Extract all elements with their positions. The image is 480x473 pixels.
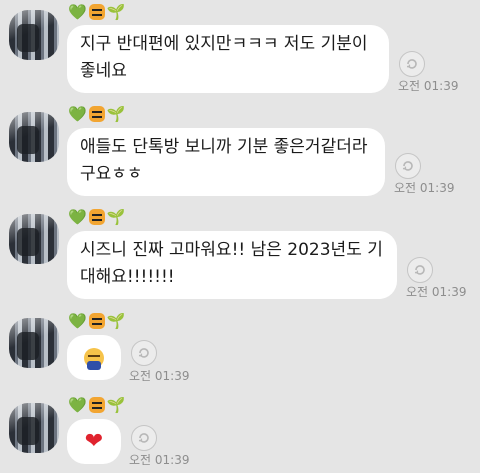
- timestamp: 오전 01:39: [406, 285, 467, 299]
- message-bubble[interactable]: 시즈니 진짜 고마워요!! 남은 2023년도 기 대해요!!!!!!!: [67, 231, 397, 299]
- green-heart-icon: 💚: [68, 208, 87, 226]
- green-heart-icon: 💚: [68, 396, 87, 414]
- share-icon[interactable]: [131, 425, 157, 451]
- avatar[interactable]: [9, 318, 59, 368]
- timestamp: 오전 01:39: [398, 79, 459, 93]
- sender-badges: 💚 🌱: [68, 207, 125, 227]
- sender-badges: 💚 🌱: [68, 2, 125, 22]
- share-icon[interactable]: [395, 153, 421, 179]
- seedling-icon: 🌱: [106, 396, 126, 414]
- tiger-face-icon: [88, 313, 105, 329]
- bowing-face-icon: [84, 347, 104, 370]
- sender-badges: 💚 🌱: [68, 395, 125, 415]
- seedling-icon: 🌱: [106, 105, 126, 123]
- chat-view: 💚 🌱 지구 반대편에 있지만ㅋㅋㅋ 저도 기분이 좋네요 오전 01:39 💚…: [0, 0, 480, 473]
- message-bubble[interactable]: ❤: [67, 419, 121, 464]
- green-heart-icon: 💚: [68, 312, 87, 330]
- avatar[interactable]: [9, 214, 59, 264]
- tiger-face-icon: [88, 4, 105, 20]
- tiger-face-icon: [88, 397, 105, 413]
- red-heart-icon: ❤: [84, 429, 104, 454]
- share-icon[interactable]: [399, 51, 425, 77]
- avatar[interactable]: [9, 403, 59, 453]
- message-bubble[interactable]: 지구 반대편에 있지만ㅋㅋㅋ 저도 기분이 좋네요: [67, 25, 389, 93]
- tiger-face-icon: [88, 106, 105, 122]
- seedling-icon: 🌱: [106, 208, 126, 226]
- timestamp: 오전 01:39: [394, 181, 455, 195]
- seedling-icon: 🌱: [106, 312, 126, 330]
- green-heart-icon: 💚: [68, 3, 87, 21]
- timestamp: 오전 01:39: [129, 453, 190, 467]
- sender-badges: 💚 🌱: [68, 311, 125, 331]
- message-bubble[interactable]: 애들도 단톡방 보니까 기분 좋은거같더라 구요ㅎㅎ: [67, 128, 385, 196]
- sender-badges: 💚 🌱: [68, 104, 125, 124]
- avatar[interactable]: [9, 10, 59, 60]
- seedling-icon: 🌱: [106, 3, 126, 21]
- message-bubble[interactable]: [67, 335, 121, 380]
- share-icon[interactable]: [407, 257, 433, 283]
- timestamp: 오전 01:39: [129, 369, 190, 383]
- avatar[interactable]: [9, 112, 59, 162]
- green-heart-icon: 💚: [68, 105, 87, 123]
- tiger-face-icon: [88, 209, 105, 225]
- share-icon[interactable]: [131, 340, 157, 366]
